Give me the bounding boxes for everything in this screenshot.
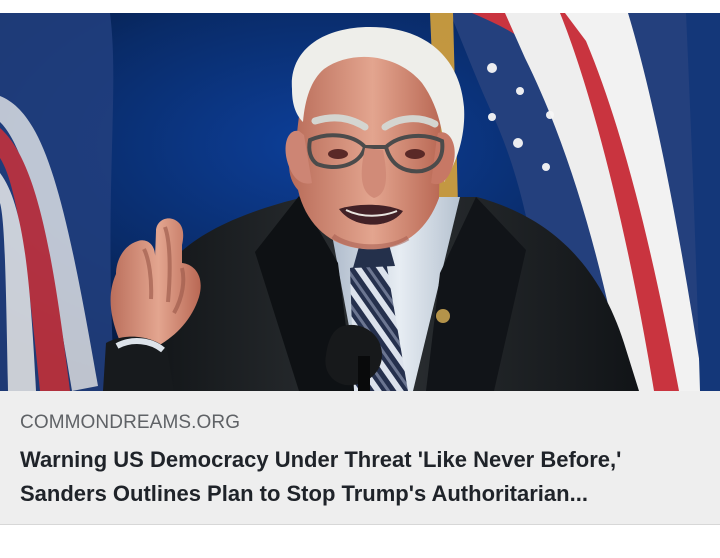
link-preview-text[interactable]: COMMONDREAMS.ORG Warning US Democracy Un… (0, 391, 720, 524)
article-headline[interactable]: Warning US Democracy Under Threat 'Like … (20, 443, 700, 511)
link-preview-screen: COMMONDREAMS.ORG Warning US Democracy Un… (0, 0, 720, 558)
bottom-spacing (0, 525, 720, 558)
source-domain: COMMONDREAMS.ORG (20, 412, 241, 433)
headline-line-1: Warning US Democracy Under Threat 'Like … (20, 447, 622, 472)
left-flag-icon (0, 13, 115, 391)
news-link-card[interactable]: COMMONDREAMS.ORG Warning US Democracy Un… (0, 13, 720, 525)
headline-line-2: Sanders Outlines Plan to Stop Trump's Au… (20, 481, 588, 506)
article-hero-image[interactable] (0, 13, 720, 391)
speaker-photo-icon (0, 13, 720, 391)
top-spacing (0, 0, 720, 13)
